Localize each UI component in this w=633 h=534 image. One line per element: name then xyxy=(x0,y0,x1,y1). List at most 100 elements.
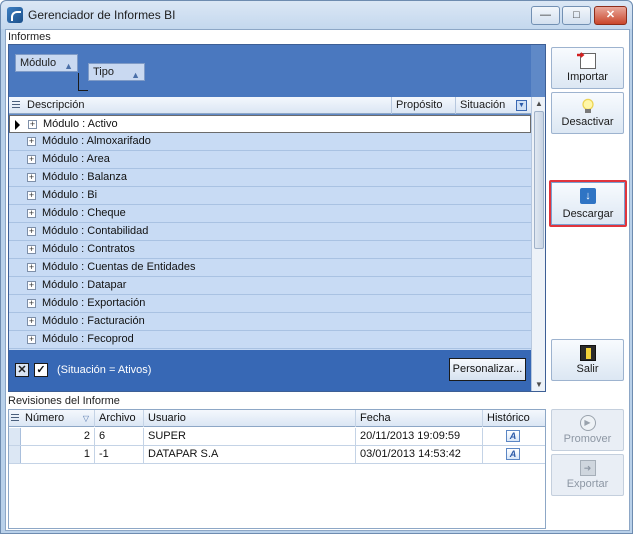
informe-group-label: Módulo : Balanza xyxy=(42,171,127,183)
scroll-up-icon[interactable]: ▲ xyxy=(532,97,546,110)
column-header-archivo[interactable]: Archivo xyxy=(95,410,144,427)
revision-cell-numero: 2 xyxy=(21,428,95,445)
expand-icon[interactable]: + xyxy=(27,191,36,200)
expand-icon[interactable]: + xyxy=(27,137,36,146)
informe-group-row[interactable]: + Módulo : Bi xyxy=(9,187,531,205)
informe-group-row[interactable]: + Módulo : Balanza xyxy=(9,169,531,187)
row-selector[interactable] xyxy=(9,446,21,463)
row-selector[interactable] xyxy=(9,428,21,445)
revisions-group-label: Revisiones del Informe xyxy=(8,395,120,407)
revision-cell-historico: A xyxy=(483,446,545,463)
informe-group-row[interactable]: + Módulo : Contabilidad xyxy=(9,223,531,241)
informe-group-row[interactable]: + Módulo : Exportación xyxy=(9,295,531,313)
informe-group-row[interactable]: + Módulo : Fecoprod xyxy=(9,331,531,349)
filter-dropdown-icon[interactable]: ▼ xyxy=(516,100,527,111)
scroll-down-icon[interactable]: ▼ xyxy=(532,378,546,391)
informe-group-row[interactable]: + Módulo : Contratos xyxy=(9,241,531,259)
expand-icon[interactable]: + xyxy=(27,263,36,272)
promote-label: Promover xyxy=(563,433,612,445)
informe-group-label: Módulo : Almoxarifado xyxy=(42,135,151,147)
informe-group-row[interactable]: + Módulo : Area xyxy=(9,151,531,169)
informe-group-row[interactable]: + Módulo : Almoxarifado xyxy=(9,133,531,151)
export-button[interactable]: ➜ Exportar xyxy=(551,454,624,496)
informes-group-label: Informes xyxy=(8,31,51,43)
expand-icon[interactable]: + xyxy=(27,317,36,326)
informe-group-label: Módulo : Exportación xyxy=(42,297,146,309)
expand-icon[interactable]: + xyxy=(27,245,36,254)
import-label: Importar xyxy=(567,71,608,83)
revision-cell-usuario: DATAPAR S.A xyxy=(144,446,356,463)
expand-icon[interactable]: + xyxy=(27,335,36,344)
deactivate-button[interactable]: Desactivar xyxy=(551,92,624,134)
row-indicator-icon xyxy=(15,120,20,130)
group-chip-modulo[interactable]: Módulo ▲ xyxy=(15,54,78,72)
revision-cell-numero: 1 xyxy=(21,446,95,463)
informe-group-row[interactable]: + Módulo : Cheque xyxy=(9,205,531,223)
deactivate-label: Desactivar xyxy=(561,116,614,128)
exit-label: Salir xyxy=(576,363,599,375)
column-header-proposito[interactable]: Propósito xyxy=(392,97,456,114)
column-chooser-icon[interactable] xyxy=(11,414,19,423)
window-title: Gerenciador de Informes BI xyxy=(28,8,176,22)
revision-cell-fecha: 20/11/2013 19:09:59 xyxy=(356,428,483,445)
exit-button[interactable]: Salir xyxy=(551,339,624,381)
revision-row[interactable]: 2 6 SUPER 20/11/2013 19:09:59 A xyxy=(9,428,545,446)
close-button[interactable]: ✕ xyxy=(594,6,627,25)
history-icon[interactable]: A xyxy=(506,448,520,460)
expand-icon[interactable]: + xyxy=(27,299,36,308)
group-chip-tipo[interactable]: Tipo ▲ xyxy=(88,63,145,81)
revision-row[interactable]: 1 -1 DATAPAR S.A 03/01/2013 14:53:42 A xyxy=(9,446,545,464)
download-label: Descargar xyxy=(562,208,614,220)
export-label: Exportar xyxy=(566,478,609,490)
promote-button[interactable]: ▶ Promover xyxy=(551,409,624,451)
expand-icon[interactable]: + xyxy=(27,173,36,182)
expand-icon[interactable]: + xyxy=(28,120,37,129)
revisions-grid: Número ▽ Archivo Usuario Fecha Histórico… xyxy=(8,409,546,529)
main-window: Gerenciador de Informes BI — □ ✕ Informe… xyxy=(0,0,633,534)
expand-icon[interactable]: + xyxy=(27,281,36,290)
filter-expression[interactable]: (Situación = Ativos) xyxy=(57,364,151,376)
history-icon[interactable]: A xyxy=(506,430,520,442)
group-connector xyxy=(78,73,88,91)
import-icon xyxy=(579,53,596,69)
column-header-descripcion[interactable]: Descripción xyxy=(23,97,392,114)
informe-group-label: Módulo : Area xyxy=(42,153,110,165)
customize-button[interactable]: Personalizar... xyxy=(449,358,526,381)
expand-icon[interactable]: + xyxy=(27,209,36,218)
informe-group-label: Módulo : Facturación xyxy=(42,315,145,327)
informe-group-label: Módulo : Activo xyxy=(43,118,118,130)
revision-cell-historico: A xyxy=(483,428,545,445)
revisions-grid-header: Número ▽ Archivo Usuario Fecha Histórico xyxy=(9,410,545,427)
title-bar[interactable]: Gerenciador de Informes BI — □ ✕ xyxy=(1,1,632,29)
filter-enabled-checkbox[interactable]: ✓ xyxy=(34,363,48,377)
informe-group-row[interactable]: + Módulo : Datapar xyxy=(9,277,531,295)
sort-asc-icon: ▲ xyxy=(64,61,73,71)
app-icon xyxy=(7,7,23,23)
revision-cell-archivo: 6 xyxy=(95,428,144,445)
informes-scrollbar[interactable]: ▲ ▼ xyxy=(531,97,545,391)
column-header-historico[interactable]: Histórico xyxy=(483,410,545,427)
column-chooser-icon[interactable] xyxy=(12,101,20,110)
expand-icon[interactable]: + xyxy=(27,227,36,236)
expand-icon[interactable]: + xyxy=(27,155,36,164)
informe-group-row[interactable]: + Módulo : Facturación xyxy=(9,313,531,331)
import-button[interactable]: Importar xyxy=(551,47,624,89)
download-button[interactable]: ↓ Descargar xyxy=(549,180,627,227)
minimize-button[interactable]: — xyxy=(531,6,560,25)
informe-group-row[interactable]: + Módulo : Activo xyxy=(9,115,531,133)
export-icon: ➜ xyxy=(579,460,596,476)
informe-group-row[interactable]: + Módulo : Cuentas de Entidades xyxy=(9,259,531,277)
column-header-situacion[interactable]: Situación xyxy=(456,97,516,114)
column-header-usuario[interactable]: Usuario xyxy=(144,410,356,427)
revision-cell-fecha: 03/01/2013 14:53:42 xyxy=(356,446,483,463)
clear-filter-icon[interactable]: ✕ xyxy=(15,363,29,377)
play-icon: ▶ xyxy=(579,415,596,431)
informe-group-label: Módulo : Contratos xyxy=(42,243,135,255)
column-header-numero[interactable]: Número ▽ xyxy=(21,410,95,427)
column-header-fecha[interactable]: Fecha xyxy=(356,410,483,427)
scroll-thumb[interactable] xyxy=(534,111,544,249)
client-area: Informes Módulo ▲ Tipo ▲ Descripción Pro… xyxy=(5,29,630,531)
maximize-button[interactable]: □ xyxy=(562,6,591,25)
exit-door-icon xyxy=(579,345,596,361)
column-header-numero-label: Número xyxy=(25,412,65,424)
